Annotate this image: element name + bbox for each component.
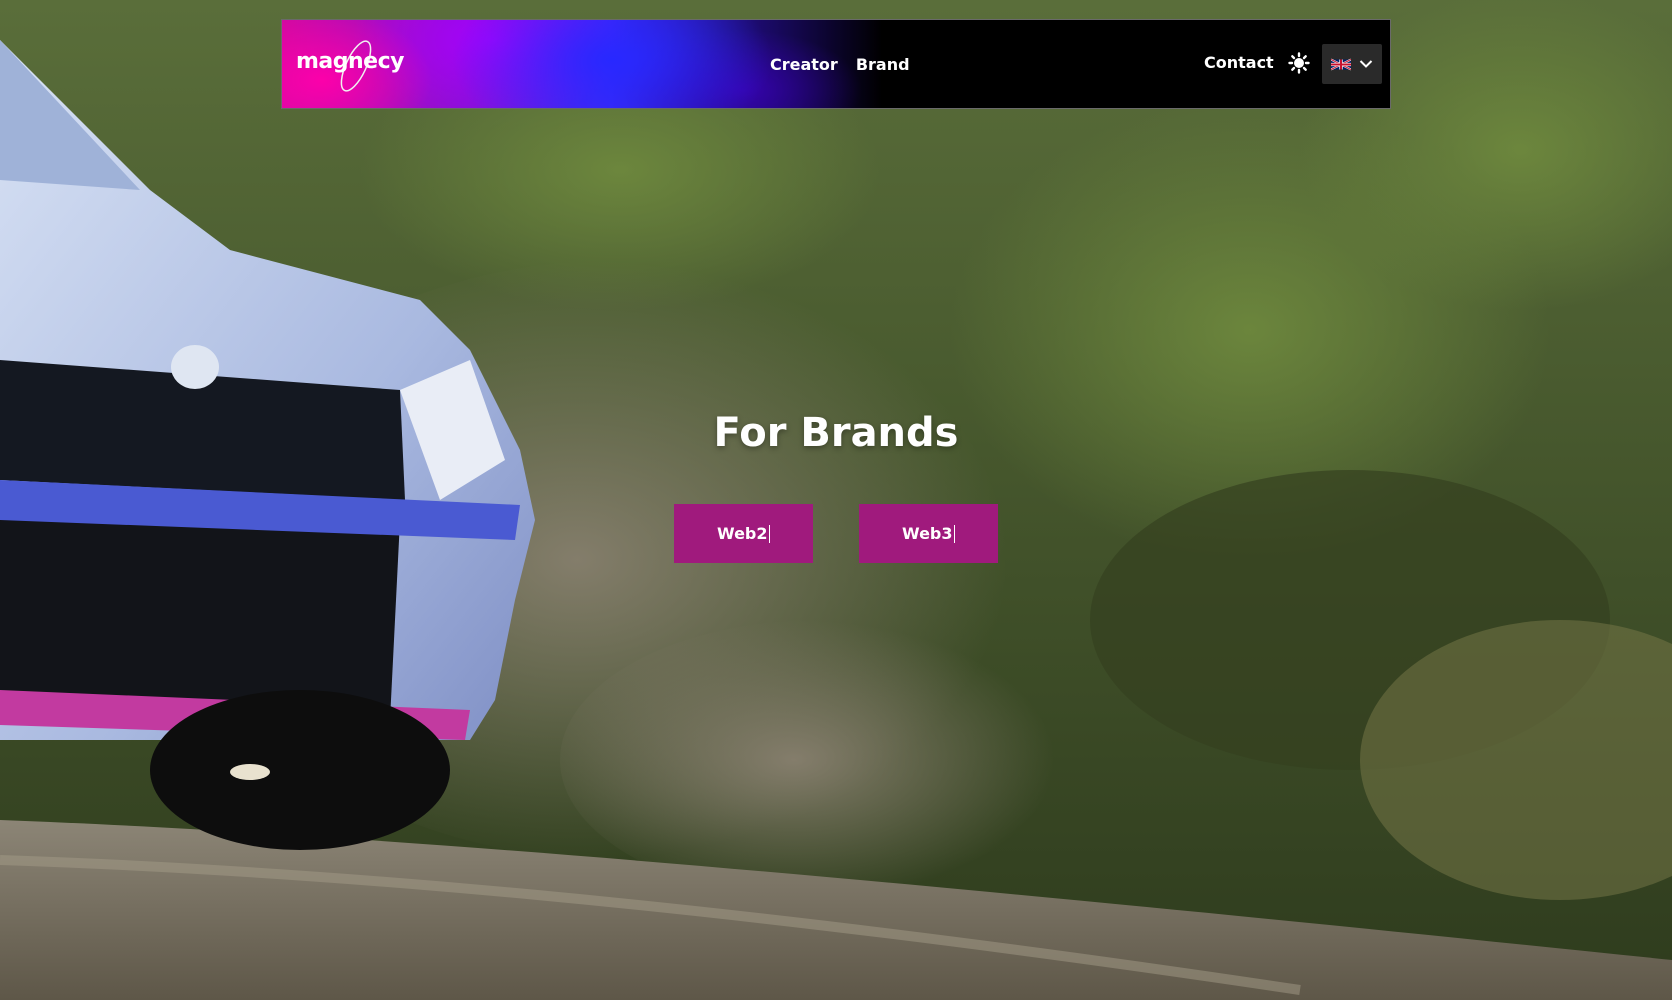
text-caret [768,524,770,543]
nav-item-brand[interactable]: Brand [856,55,910,74]
hero-section: magnecy Creator Brand Contact For Brands… [0,0,1672,1000]
logo-text: magnecy [296,49,404,74]
sun-icon [1288,52,1310,74]
logo-link[interactable]: magnecy [296,40,416,92]
text-caret [953,524,955,543]
web3-button-label: Web3 [901,524,953,543]
web2-button-label: Web2 [716,524,768,543]
site-header: magnecy Creator Brand Contact [281,19,1391,109]
main-nav: Creator Brand [770,20,910,108]
web2-button[interactable]: Web2 [674,504,813,563]
nav-item-creator[interactable]: Creator [770,55,838,74]
hero-background-image [0,0,1672,1000]
theme-toggle-button[interactable] [1288,52,1310,74]
nav-item-contact[interactable]: Contact [1204,53,1274,72]
language-selector[interactable] [1322,44,1382,84]
hero-title: For Brands [713,410,959,456]
uk-flag-icon [1331,58,1351,70]
web3-button[interactable]: Web3 [859,504,998,563]
chevron-down-icon [1359,60,1373,68]
